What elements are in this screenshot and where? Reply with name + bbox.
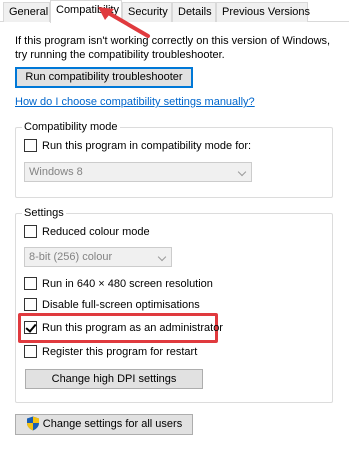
change-all-users-button[interactable]: Change settings for all users xyxy=(15,414,193,435)
run-as-admin-checkbox[interactable] xyxy=(24,321,37,334)
os-version-select[interactable]: Windows 8 xyxy=(24,162,252,182)
disable-fullscreen-checkbox[interactable] xyxy=(24,298,37,311)
os-version-value: Windows 8 xyxy=(29,166,83,178)
compat-mode-checkbox-row[interactable]: Run this program in compatibility mode f… xyxy=(24,139,251,153)
intro-text: If this program isn't working correctly … xyxy=(15,34,335,62)
tab-details[interactable]: Details xyxy=(172,2,216,22)
compat-mode-checkbox[interactable] xyxy=(24,139,37,152)
colour-depth-select[interactable]: 8-bit (256) colour xyxy=(24,247,172,267)
tab-previous-versions[interactable]: Previous Versions xyxy=(216,2,310,22)
run-troubleshooter-button[interactable]: Run compatibility troubleshooter xyxy=(15,67,193,88)
register-restart-row[interactable]: Register this program for restart xyxy=(24,345,197,359)
reduced-colour-label: Reduced colour mode xyxy=(42,226,150,238)
intro-line-1: If this program isn't working correctly … xyxy=(15,35,331,47)
compatibility-mode-title: Compatibility mode xyxy=(22,121,120,134)
run-as-admin-label: Run this program as an administrator xyxy=(42,322,223,334)
run-640-label: Run in 640 × 480 screen resolution xyxy=(42,278,213,290)
change-high-dpi-button[interactable]: Change high DPI settings xyxy=(25,369,203,389)
run-as-admin-row[interactable]: Run this program as an administrator xyxy=(24,321,223,335)
run-640-row[interactable]: Run in 640 × 480 screen resolution xyxy=(24,277,213,291)
manual-settings-link[interactable]: How do I choose compatibility settings m… xyxy=(15,96,255,108)
chevron-down-icon xyxy=(157,252,167,262)
reduced-colour-row[interactable]: Reduced colour mode xyxy=(24,225,150,239)
colour-depth-value: 8-bit (256) colour xyxy=(29,251,113,263)
disable-fullscreen-label: Disable full-screen optimisations xyxy=(42,299,200,311)
compat-mode-label: Run this program in compatibility mode f… xyxy=(42,140,252,152)
chevron-down-icon xyxy=(237,167,247,177)
register-restart-checkbox[interactable] xyxy=(24,345,37,358)
annotation-arrow-icon xyxy=(98,7,150,38)
tab-strip: General Compatibility Security Details P… xyxy=(0,0,349,23)
reduced-colour-checkbox[interactable] xyxy=(24,225,37,238)
settings-title: Settings xyxy=(22,207,66,220)
change-all-users-label: Change settings for all users xyxy=(42,418,183,430)
run-640-checkbox[interactable] xyxy=(24,277,37,290)
uac-shield-icon xyxy=(26,416,39,431)
tab-general[interactable]: General xyxy=(3,2,50,22)
register-restart-label: Register this program for restart xyxy=(42,346,198,358)
disable-fullscreen-row[interactable]: Disable full-screen optimisations xyxy=(24,298,200,312)
intro-line-2: try running the compatibility troublesho… xyxy=(15,49,225,61)
